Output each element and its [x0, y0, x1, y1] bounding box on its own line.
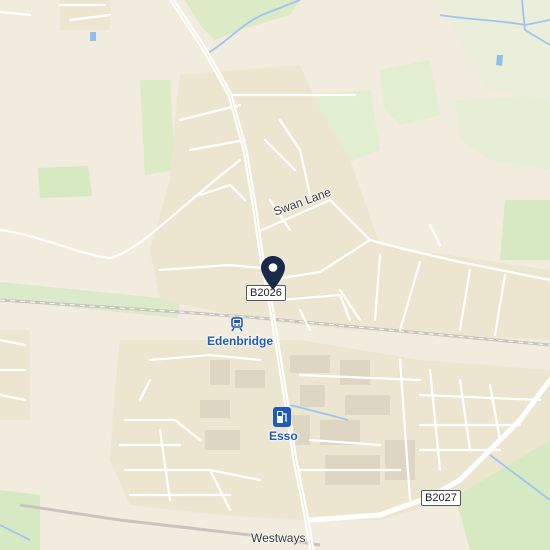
fuel-station-label[interactable]: Esso: [269, 429, 298, 443]
location-pin-icon[interactable]: [261, 256, 285, 295]
station-label[interactable]: Edenbridge: [207, 334, 273, 348]
map-canvas[interactable]: Swan Lane Westways B2026 B2027 Edenbridg…: [0, 0, 550, 550]
road-badge-b2027: B2027: [421, 490, 461, 506]
street-label-westways: Westways: [251, 531, 306, 545]
